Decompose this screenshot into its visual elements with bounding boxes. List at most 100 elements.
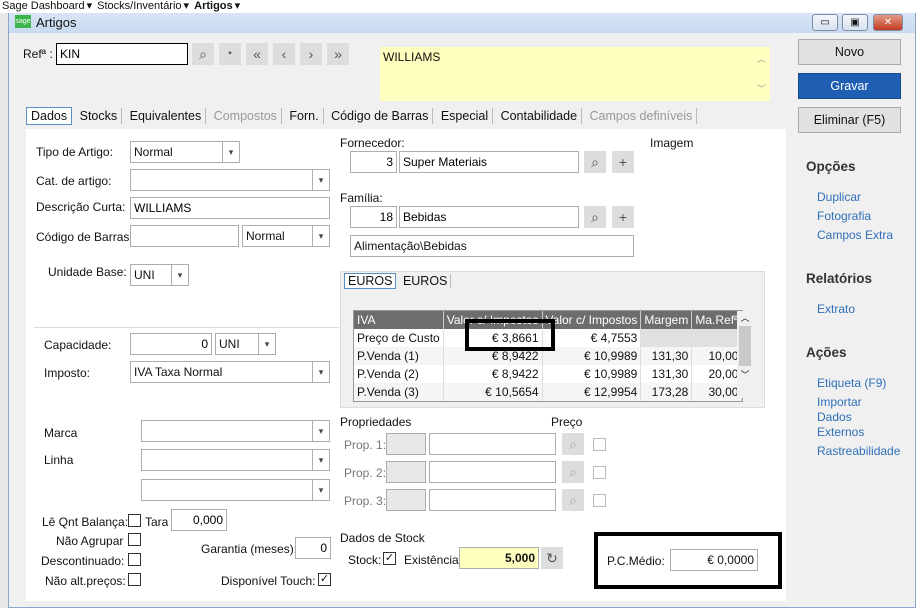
column-header[interactable]: IVA xyxy=(354,311,444,329)
unidade-select[interactable]: UNI ▾ xyxy=(130,264,189,286)
tab-codigo-barras[interactable]: Código de Barras xyxy=(327,108,434,124)
barcode-input[interactable] xyxy=(130,225,239,247)
description-textarea[interactable]: WILLIAMS ︿ ﹀ xyxy=(379,46,771,102)
marca-select[interactable]: ▾ xyxy=(141,420,330,442)
novo-button[interactable]: Novo xyxy=(798,39,901,65)
tab-dados[interactable]: Dados xyxy=(26,107,73,125)
fornecedor-search-icon[interactable]: ⌕ xyxy=(584,151,606,173)
table-cell[interactable] xyxy=(640,329,693,347)
search-icon[interactable]: ⌕ xyxy=(192,43,214,65)
fornecedor-name[interactable] xyxy=(399,151,579,173)
tab-equivalentes[interactable]: Equivalentes xyxy=(125,108,207,124)
extrato-link[interactable]: Extrato xyxy=(817,302,855,316)
descontinuado-checkbox[interactable] xyxy=(128,553,141,566)
imposto-select[interactable]: IVA Taxa Normal ▾ xyxy=(130,361,330,383)
table-cell[interactable]: 131,30 xyxy=(640,347,693,365)
prop-value[interactable] xyxy=(429,489,556,511)
crumb[interactable]: Stocks/Inventário xyxy=(97,0,181,12)
tab-forn[interactable]: Forn. xyxy=(285,108,324,124)
table-cell[interactable]: 131,30 xyxy=(640,365,693,383)
fornecedor-add-icon[interactable]: + xyxy=(612,151,634,173)
previous-record-button[interactable]: ‹ xyxy=(273,43,295,65)
refresh-icon[interactable]: ↻ xyxy=(541,547,563,569)
table-cell[interactable]: P.Venda (1) xyxy=(354,347,444,365)
etiqueta-link[interactable]: Etiqueta (F9) xyxy=(817,376,886,390)
column-header[interactable]: Margem xyxy=(640,311,693,329)
table-cell[interactable]: 30,00 xyxy=(691,383,743,401)
le-qnt-label: Lê Qnt Balança: xyxy=(42,515,129,529)
capacidade-input[interactable] xyxy=(130,333,212,355)
table-cell[interactable]: 10,00 xyxy=(691,347,743,365)
nao-agrupar-checkbox[interactable] xyxy=(128,533,141,546)
fornecedor-code[interactable] xyxy=(350,151,397,173)
prop-value[interactable] xyxy=(429,461,556,483)
familia-search-icon[interactable]: ⌕ xyxy=(584,206,606,228)
document-icon[interactable]: ▪ xyxy=(219,43,241,65)
tab-contabilidade[interactable]: Contabilidade xyxy=(496,108,583,124)
table-row[interactable]: P.Venda (2) € 8,9422 € 10,9989 131,30 20,00 xyxy=(354,365,743,383)
close-button[interactable]: ✕ xyxy=(873,14,903,31)
table-cell[interactable]: P.Venda (2) xyxy=(354,365,444,383)
table-scrollbar[interactable]: ︿ ﹀ xyxy=(737,311,753,398)
prop-checkbox[interactable] xyxy=(593,466,606,479)
tab-stocks[interactable]: Stocks xyxy=(75,108,123,124)
desc-input[interactable] xyxy=(130,197,330,219)
prop-search-icon[interactable]: ⌕ xyxy=(562,489,584,511)
garantia-input[interactable] xyxy=(295,537,331,559)
column-header[interactable]: Ma.Refª xyxy=(691,311,743,329)
crumb[interactable]: Artigos xyxy=(194,0,233,12)
duplicar-link[interactable]: Duplicar xyxy=(817,190,861,204)
eliminar-button[interactable]: Eliminar (F5) xyxy=(798,107,901,133)
capacidade-unit-select[interactable]: UNI ▾ xyxy=(215,333,276,355)
barcode-type-select[interactable]: Normal ▾ xyxy=(242,225,330,247)
currency-tab[interactable]: EUROS xyxy=(344,273,397,289)
nao-alt-precos-checkbox[interactable] xyxy=(128,573,141,586)
ref-input[interactable] xyxy=(56,43,188,65)
table-cell[interactable]: 173,28 xyxy=(640,383,693,401)
prop-value[interactable] xyxy=(429,433,556,455)
first-record-button[interactable]: « xyxy=(246,43,268,65)
importar-link[interactable]: Importar Dados Externos xyxy=(817,395,887,440)
tab-especial[interactable]: Especial xyxy=(436,108,494,124)
table-cell[interactable]: 20,00 xyxy=(691,365,743,383)
fotografia-link[interactable]: Fotografia xyxy=(817,209,871,223)
table-cell[interactable]: € 4,7553 xyxy=(542,329,642,347)
touch-checkbox[interactable]: ✓ xyxy=(318,573,331,586)
prop-search-icon[interactable]: ⌕ xyxy=(562,433,584,455)
cat-select[interactable]: ▾ xyxy=(130,169,330,191)
stock-checkbox[interactable]: ✓ xyxy=(383,552,396,565)
ref-label: Refª : xyxy=(23,47,53,61)
prop-search-icon[interactable]: ⌕ xyxy=(562,461,584,483)
campos-extra-link[interactable]: Campos Extra xyxy=(817,228,893,242)
rastreabilidade-link[interactable]: Rastreabilidade xyxy=(817,444,900,458)
last-record-button[interactable]: » xyxy=(327,43,349,65)
tara-input[interactable] xyxy=(171,509,227,531)
currency-tab[interactable]: EUROS xyxy=(399,274,452,288)
table-cell[interactable] xyxy=(691,329,743,347)
prop-checkbox[interactable] xyxy=(593,494,606,507)
gravar-button[interactable]: Gravar xyxy=(798,73,901,99)
table-cell[interactable]: P.Venda (3) xyxy=(354,383,444,401)
table-cell[interactable]: € 10,5654 xyxy=(443,383,543,401)
sublinha-select[interactable]: ▾ xyxy=(141,479,330,501)
table-cell[interactable]: € 12,9954 xyxy=(542,383,642,401)
table-cell[interactable]: € 10,9989 xyxy=(542,347,642,365)
marca-label: Marca xyxy=(44,426,78,440)
linha-select[interactable]: ▾ xyxy=(141,449,330,471)
column-header[interactable]: Valor c/ Impostos xyxy=(542,311,642,329)
tipo-select[interactable]: Normal ▾ xyxy=(130,141,240,163)
next-record-button[interactable]: › xyxy=(300,43,322,65)
familia-add-icon[interactable]: + xyxy=(612,206,634,228)
touch-label: Disponível Touch: xyxy=(221,574,316,588)
table-cell[interactable]: € 8,9422 xyxy=(443,365,543,383)
maximize-button[interactable]: ▣ xyxy=(842,14,868,31)
familia-name[interactable] xyxy=(399,206,579,228)
le-qnt-checkbox[interactable] xyxy=(128,514,141,527)
table-cell[interactable]: Preço de Custo xyxy=(354,329,444,347)
familia-code[interactable] xyxy=(350,206,397,228)
table-row[interactable]: P.Venda (3) € 10,5654 € 12,9954 173,28 30,00 xyxy=(354,383,743,401)
minimize-button[interactable]: ▭ xyxy=(812,14,838,31)
prop-checkbox[interactable] xyxy=(593,438,606,451)
table-cell[interactable]: € 10,9989 xyxy=(542,365,642,383)
crumb[interactable]: Sage Dashboard xyxy=(2,0,85,12)
